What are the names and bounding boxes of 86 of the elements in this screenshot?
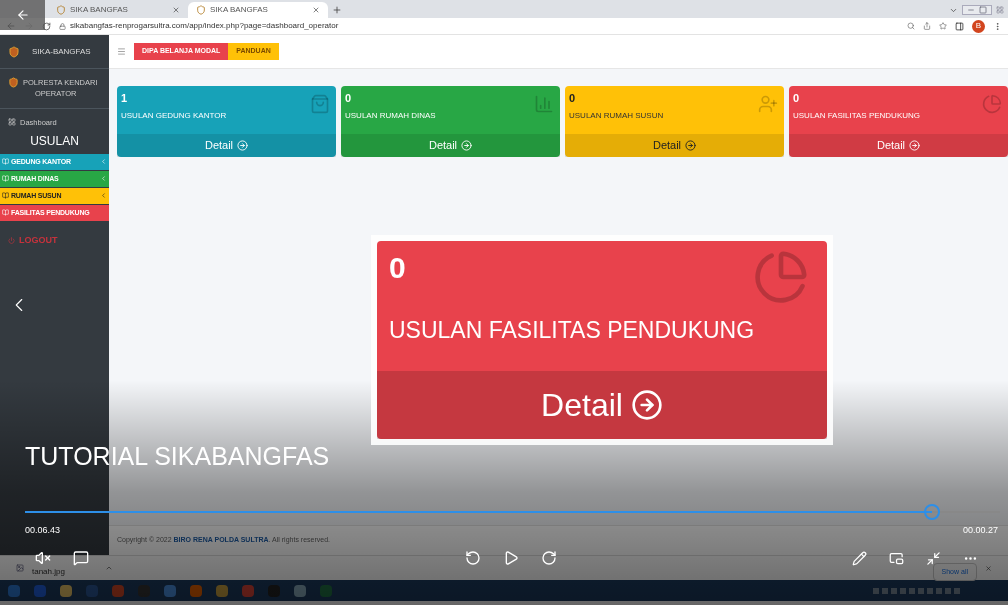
share-icon[interactable]	[923, 22, 931, 30]
arrow-circle-icon	[685, 140, 697, 151]
tab-favicon-icon	[56, 5, 66, 15]
book-icon	[2, 192, 9, 200]
close-icon[interactable]	[172, 6, 180, 14]
brand-name[interactable]: SIKA-BANGFAS	[32, 45, 91, 58]
rewind-icon[interactable]	[464, 550, 481, 566]
detail-button[interactable]: Detail	[565, 134, 784, 157]
card-icon	[982, 94, 1002, 114]
close-icon[interactable]	[312, 6, 320, 14]
card-icon	[310, 94, 330, 114]
seek-thumb[interactable]	[923, 504, 940, 520]
taskbar-app-icon[interactable]	[60, 584, 72, 597]
book-icon	[2, 209, 9, 217]
download-file[interactable]: tanah.jpg	[32, 566, 65, 578]
card-label: USULAN RUMAH SUSUN	[569, 109, 665, 122]
book-icon	[2, 158, 9, 166]
taskbar-app-icon[interactable]	[242, 584, 254, 597]
remaining-time: 00.00.27	[962, 524, 998, 537]
section-heading: USULAN	[29, 132, 80, 150]
grid-icon[interactable]	[996, 6, 1004, 14]
elapsed-time: 00.06.43	[25, 524, 61, 537]
mini-view-icon[interactable]	[889, 550, 904, 566]
detail-button[interactable]: Detail	[789, 134, 1008, 157]
menu-icon[interactable]	[117, 47, 126, 56]
card-count: 0	[793, 91, 800, 106]
maximize-icon[interactable]	[979, 6, 987, 14]
card-label: USULAN FASILITAS PENDUKUNG	[793, 109, 921, 122]
profile-avatar[interactable]: B	[972, 19, 985, 33]
tab-favicon-icon	[196, 5, 206, 15]
caret-icon[interactable]	[104, 564, 113, 572]
tab-title: SIKA BANGFAS	[210, 4, 269, 16]
file-icon	[16, 564, 24, 572]
card-label: USULAN GEDUNG KANTOR	[121, 109, 228, 122]
browser-tab[interactable]: SIKA BANGFAS	[188, 2, 328, 18]
taskbar-app-icon[interactable]	[320, 584, 332, 597]
detail-button[interactable]: Detail	[117, 134, 336, 157]
book-icon	[2, 175, 9, 183]
chevron-icon	[100, 158, 107, 166]
arrow-circle-icon	[630, 389, 663, 421]
card-icon	[753, 249, 809, 305]
card-label: USULAN RUMAH DINAS	[345, 109, 437, 122]
minimize-icon[interactable]	[967, 6, 975, 14]
zoom-icon[interactable]	[907, 22, 915, 30]
menu-icon[interactable]	[993, 21, 1002, 31]
user-logo-icon	[8, 77, 19, 88]
taskbar-app-icon[interactable]	[164, 584, 176, 597]
taskbar-app-icon[interactable]	[216, 584, 228, 597]
logo-icon	[8, 45, 20, 58]
taskbar-app-icon[interactable]	[112, 584, 124, 597]
lock-icon	[59, 22, 66, 30]
pencil-icon[interactable]	[852, 550, 867, 566]
side-panel-icon[interactable]	[955, 21, 964, 31]
taskbar-app-icon[interactable]	[8, 584, 20, 597]
chevron-icon	[100, 192, 107, 200]
tab-search-icon[interactable]	[949, 6, 958, 15]
mute-icon[interactable]	[35, 550, 51, 566]
card-icon	[534, 94, 554, 114]
chevron-icon	[100, 175, 107, 183]
tab-title: SIKA BANGFAS	[70, 4, 129, 16]
exit-fullscreen-icon[interactable]	[926, 550, 941, 566]
card-count: 1	[121, 91, 128, 106]
card-count: 0	[569, 91, 576, 106]
forward-icon[interactable]	[540, 550, 557, 566]
card-count: 0	[389, 253, 406, 283]
taskbar-app-icon[interactable]	[294, 584, 306, 597]
arrow-circle-icon	[909, 140, 921, 151]
card-count: 0	[345, 91, 352, 106]
new-tab-icon[interactable]	[332, 5, 342, 15]
star-icon[interactable]	[939, 22, 947, 30]
arrow-circle-icon	[237, 140, 249, 151]
taskbar-app-icon[interactable]	[190, 584, 202, 597]
reload-icon[interactable]	[42, 21, 51, 31]
detail-button[interactable]: Detail	[341, 134, 560, 157]
taskbar-app-icon[interactable]	[34, 584, 46, 597]
card-icon	[758, 94, 778, 114]
card-label: USULAN FASILITAS PENDUKUNG	[389, 316, 755, 345]
power-icon	[8, 237, 15, 244]
arrow-circle-icon	[461, 140, 473, 151]
close-icon[interactable]	[985, 564, 992, 572]
detail-button[interactable]: Detail	[377, 371, 827, 439]
grid-icon	[8, 118, 16, 127]
browser-tab[interactable]: SIKA BANGFAS	[48, 2, 188, 18]
captions-icon[interactable]	[73, 550, 89, 566]
window-controls[interactable]	[962, 5, 992, 15]
url-text[interactable]: sikabangfas-renprogarsultra.com/app/index.php?page=dashboard_operator	[70, 20, 339, 32]
